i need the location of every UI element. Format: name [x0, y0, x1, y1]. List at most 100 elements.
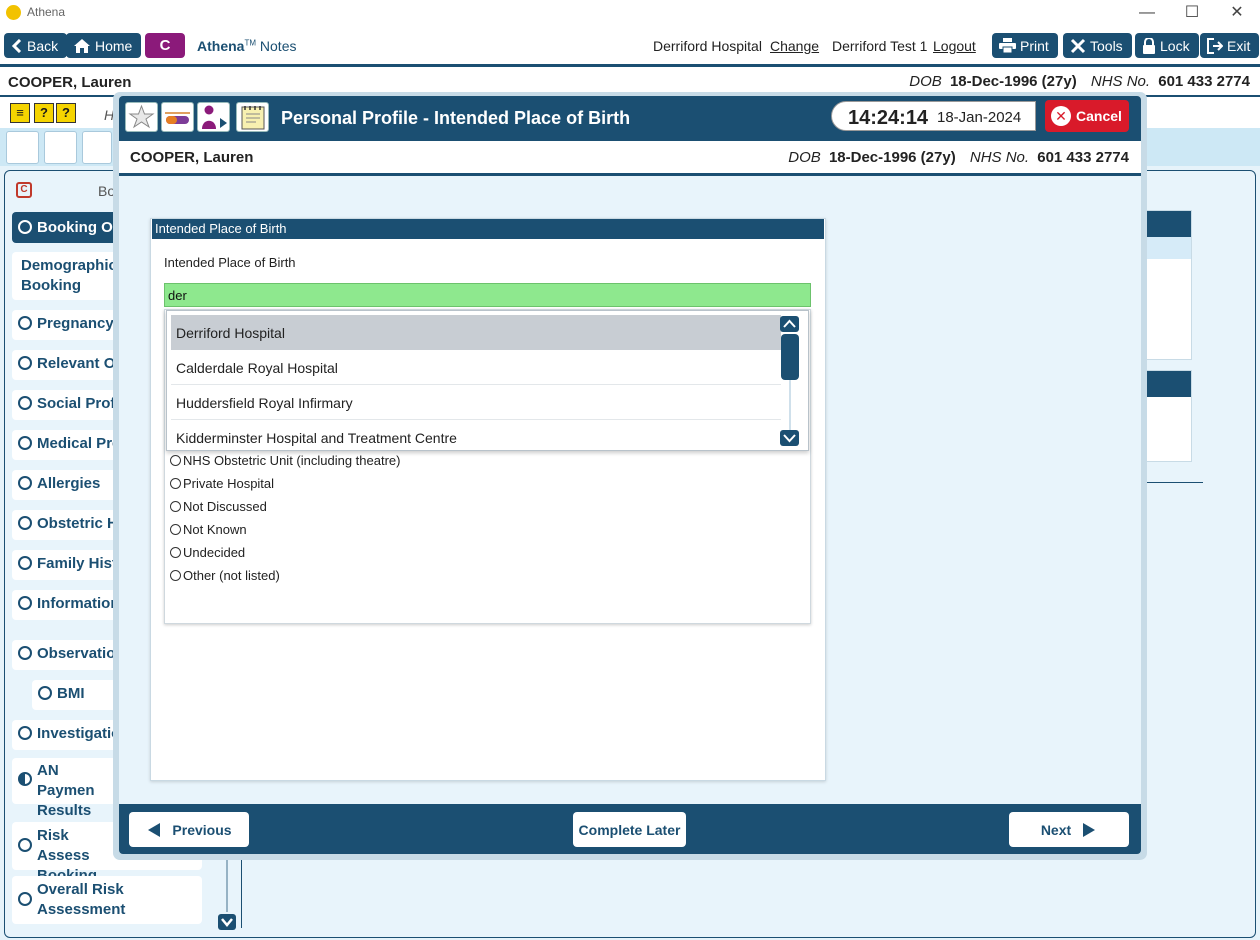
tools-button-label: Tools [1090, 37, 1123, 54]
notepad-shape [241, 106, 265, 130]
back-button[interactable]: Back [4, 33, 68, 58]
complete-later-button-label: Complete Later [578, 821, 681, 838]
nav-status-half-icon [18, 772, 32, 786]
tools-button[interactable]: Tools [1063, 33, 1132, 58]
dropdown-option-huddersfield-royal-infirmary[interactable]: Huddersfield Royal Infirmary [171, 385, 781, 420]
c-button[interactable]: C [145, 33, 185, 58]
notes-icon[interactable] [236, 102, 269, 132]
modal-nhs-label: NHS No. [969, 149, 1030, 166]
cancel-button[interactable]: ✕ Cancel [1045, 100, 1129, 132]
background-c-badge: C [16, 182, 32, 198]
dropdown-option-label: Huddersfield Royal Infirmary [176, 395, 353, 411]
dropdown-option-kidderminster-hospital[interactable]: Kidderminster Hospital and Treatment Cen… [171, 420, 781, 450]
nav-status-icon [18, 436, 32, 450]
nav-item-overall-risk-assessment[interactable]: Overall Risk Assessment [12, 876, 202, 924]
complete-later-button[interactable]: Complete Later [573, 812, 686, 847]
window-titlebar: Athena — ☐ ✕ [0, 0, 1260, 26]
nhs-value: 601 433 2774 [1158, 73, 1250, 90]
home-icon [74, 38, 90, 53]
current-user: Derriford Test 1 [832, 38, 928, 54]
maximize-button[interactable]: ☐ [1177, 3, 1207, 23]
pill-shape [165, 112, 190, 124]
brand-name: Athena [197, 38, 245, 54]
home-button[interactable]: Home [66, 33, 142, 58]
place-of-birth-search-input[interactable] [164, 283, 811, 307]
autocomplete-dropdown: Derriford Hospital Calderdale Royal Hosp… [166, 310, 809, 451]
window-title: Athena [27, 5, 66, 19]
chevron-down-icon [221, 918, 233, 927]
modal-dob-label: DOB [788, 149, 821, 166]
help-icon[interactable]: ? [34, 103, 54, 123]
modal-dob-value: 18-Dec-1996 (27y) [828, 149, 956, 166]
athena-logo-icon [6, 5, 21, 20]
clock-date: 18-Jan-2024 [937, 109, 1022, 126]
dropdown-scroll-track[interactable] [789, 380, 791, 430]
print-button[interactable]: Print [992, 33, 1058, 58]
nav-status-icon [18, 220, 32, 234]
nav-item-label: Information [37, 595, 120, 612]
change-hospital-link[interactable]: Change [770, 38, 819, 54]
background-scroll-rule [241, 856, 242, 928]
radio-option-label: Private Hospital [183, 476, 275, 491]
next-button-label: Next [1040, 821, 1072, 838]
patient-demographics: DOB 18-Dec-1996 (27y) NHS No. 601 433 27… [899, 73, 1250, 90]
radio-circle-icon [170, 478, 181, 489]
nav-item-label: Medical Pro [37, 435, 122, 452]
star-icon[interactable] [125, 102, 158, 132]
nav-item-label: AN Paymen Results [37, 762, 95, 819]
pregnancy-profile-icon[interactable] [197, 102, 230, 132]
minimize-button[interactable]: — [1132, 3, 1162, 23]
dropdown-option-derriford-hospital[interactable]: Derriford Hospital [171, 315, 781, 350]
quick-list-icon[interactable]: ≡ [10, 103, 30, 123]
printer-icon [999, 38, 1016, 53]
radio-option-label: Not Discussed [183, 499, 267, 514]
lock-button-label: Lock [1160, 37, 1190, 54]
lock-button[interactable]: Lock [1135, 33, 1199, 58]
previous-button[interactable]: Previous [129, 812, 249, 847]
star-icon[interactable] [6, 131, 39, 164]
help-alt-icon[interactable]: ? [56, 103, 76, 123]
nav-item-label: Social Profil [37, 395, 124, 412]
radio-circle-icon [170, 570, 181, 581]
nav-item-label: Demographics Booking [21, 257, 126, 294]
close-window-button[interactable]: ✕ [1222, 3, 1252, 23]
dob-value: 18-Dec-1996 (27y) [949, 73, 1077, 90]
person-icon[interactable] [82, 131, 112, 164]
previous-button-label: Previous [172, 821, 232, 838]
brand-suffix: Notes [259, 38, 297, 54]
dropdown-scroll-thumb[interactable] [781, 334, 799, 380]
nav-status-icon [18, 646, 32, 660]
radio-option-label: Other (not listed) [183, 568, 280, 583]
medication-icon[interactable] [44, 131, 77, 164]
back-button-label: Back [27, 37, 59, 54]
nav-status-icon [18, 316, 32, 330]
nav-status-icon [18, 726, 32, 740]
next-button[interactable]: Next [1009, 812, 1129, 847]
nav-status-icon [18, 892, 32, 906]
nav-item-label: Pregnancy I [37, 315, 123, 332]
dropdown-option-label: Derriford Hospital [176, 325, 285, 341]
background-scroll-down-button[interactable] [218, 914, 236, 930]
nav-item-label: BMI [57, 685, 85, 702]
nav-status-icon [18, 516, 32, 530]
nav-item-label: Investigatio [37, 725, 121, 742]
lock-icon [1143, 37, 1155, 54]
radio-option-label: NHS Obstetric Unit (including theatre) [183, 453, 401, 468]
dropdown-scroll-up-button[interactable] [780, 316, 799, 332]
clock-display: 14:24:14 18-Jan-2024 [831, 101, 1036, 131]
nav-status-icon [18, 556, 32, 570]
dropdown-option-calderdale-royal-hospital[interactable]: Calderdale Royal Hospital [171, 350, 781, 385]
medication-icon[interactable] [161, 102, 194, 132]
patient-banner: COOPER, Lauren DOB 18-Dec-1996 (27y) NHS… [0, 67, 1260, 95]
nav-status-icon [18, 396, 32, 410]
dropdown-scroll-down-button[interactable] [780, 430, 799, 446]
nav-status-icon [18, 596, 32, 610]
background-right-panel-2 [1140, 370, 1192, 462]
exit-button[interactable]: Exit [1200, 33, 1260, 58]
modal-header: Personal Profile - Intended Place of Bir… [119, 96, 1141, 141]
dropdown-option-label: Calderdale Royal Hospital [176, 360, 338, 376]
logout-link[interactable]: Logout [933, 38, 976, 54]
modal-patient-banner: COOPER, Lauren DOB 18-Dec-1996 (27y) NHS… [119, 141, 1141, 173]
modal-nhs-value: 601 433 2774 [1037, 149, 1129, 166]
nav-status-icon [18, 838, 32, 852]
